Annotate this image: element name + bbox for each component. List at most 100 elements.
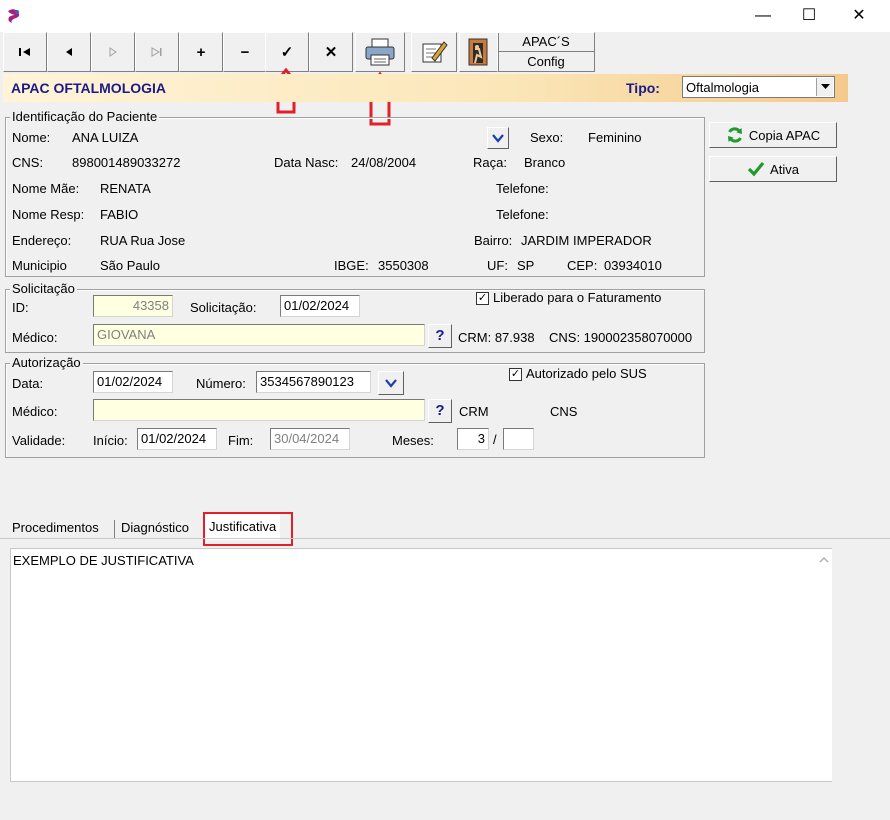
cns-label: CNS: (12, 155, 44, 170)
printer-icon (365, 38, 395, 66)
aut-data-field[interactable]: 01/02/2024 (93, 371, 173, 393)
sexo-label: Sexo: (530, 130, 564, 145)
nome-mae-label: Nome Mãe: (12, 181, 80, 196)
telefone-resp-label: Telefone: (496, 207, 549, 222)
maximize-button[interactable]: ☐ (786, 0, 832, 32)
cns-value: 898001489033272 (72, 155, 181, 170)
ativa-label: Ativa (770, 161, 799, 177)
meses-field[interactable]: 3 (457, 428, 489, 450)
inicio-label: Início: (93, 433, 128, 448)
scroll-up-arrow-icon (819, 556, 829, 563)
next-record-button[interactable] (91, 32, 135, 72)
municipio-label: Municipio (12, 258, 67, 273)
cancel-edit-button[interactable]: ✕ (309, 32, 353, 72)
uf-value: SP (517, 258, 535, 273)
solicitacao-label: Solicitação: (190, 300, 257, 315)
first-record-button[interactable] (3, 32, 47, 72)
previous-record-icon (66, 48, 72, 56)
justificativa-textarea[interactable] (10, 548, 832, 782)
tab-strip-line (0, 538, 890, 539)
meses-separator: / (493, 432, 497, 447)
cep-value: 03934010 (604, 258, 662, 273)
pen-document-icon (422, 41, 448, 63)
solicitacao-date-field[interactable]: 01/02/2024 (280, 295, 360, 317)
exit-door-icon (468, 38, 488, 66)
app-logo-icon (6, 8, 22, 24)
exit-button[interactable] (459, 32, 499, 72)
tipo-select-value: Oftalmologia (686, 80, 759, 95)
aut-medico-field[interactable] (93, 399, 425, 421)
id-field[interactable]: 43358 (93, 295, 173, 317)
ibge-value: 3550308 (378, 258, 429, 273)
copia-apac-button[interactable]: Copia APAC (709, 122, 837, 148)
meses-label: Meses: (392, 433, 434, 448)
solic-medico-label: Médico: (12, 330, 58, 345)
autorizado-checkbox[interactable]: ✓ (509, 368, 522, 381)
solic-crm-text: CRM: 87.938 (458, 330, 535, 345)
data-nasc-value: 24/08/2004 (351, 155, 417, 170)
apac-config-line2: Config (527, 54, 565, 69)
chevron-down-icon[interactable] (816, 78, 833, 96)
validade-label: Validade: (12, 433, 66, 448)
municipio-value: São Paulo (100, 258, 160, 273)
raca-value: Branco (524, 155, 566, 170)
previous-record-button[interactable] (47, 32, 91, 72)
liberado-label: Liberado para o Faturamento (493, 290, 662, 305)
aut-numero-label: Número: (196, 376, 246, 391)
telefone-label: Telefone: (496, 181, 549, 196)
green-check-icon (747, 161, 765, 177)
patient-dropdown-button[interactable] (487, 127, 509, 149)
cep-label: CEP: (567, 258, 598, 273)
tipo-select[interactable]: Oftalmologia (682, 76, 835, 98)
raca-label: Raça: (473, 155, 507, 170)
tab-divider (114, 520, 115, 538)
fim-field[interactable]: 30/04/2024 (270, 428, 350, 450)
nome-mae-value: RENATA (100, 181, 151, 196)
fim-label: Fim: (228, 433, 254, 448)
aut-medico-help-button[interactable]: ? (428, 399, 452, 423)
minimize-button[interactable]: — (740, 0, 786, 32)
page-title: APAC OFTALMOLOGIA (11, 80, 167, 96)
apac-config-button[interactable]: APAC´S Config (497, 32, 595, 72)
delete-record-button[interactable]: − (223, 32, 267, 72)
nome-resp-label: Nome Resp: (12, 207, 85, 222)
solic-cns-text: CNS: 190002358070000 (549, 330, 693, 345)
aut-numero-field[interactable]: 3534567890123 (256, 371, 371, 393)
id-label: ID: (12, 300, 29, 315)
solic-medico-field[interactable]: GIOVANA (93, 324, 425, 346)
solicitacao-group-title: Solicitação (10, 281, 77, 296)
next-record-icon (109, 47, 117, 57)
vertical-scrollbar[interactable] (816, 549, 832, 781)
add-record-button[interactable]: + (179, 32, 223, 72)
bairro-value: JARDIM IMPERADOR (521, 233, 652, 248)
copia-apac-label: Copia APAC (748, 127, 821, 143)
edit-form-button[interactable] (411, 32, 457, 72)
justificativa-text: EXEMPLO DE JUSTIFICATIVA (13, 553, 194, 568)
close-window-button[interactable]: ✕ (836, 0, 882, 32)
liberado-checkbox[interactable]: ✓ (476, 292, 489, 305)
aut-numero-dropdown-button[interactable] (378, 371, 404, 395)
aut-data-label: Data: (12, 376, 44, 391)
aut-cns-label: CNS (550, 404, 578, 419)
solic-medico-help-button[interactable]: ? (428, 324, 452, 348)
inicio-field[interactable]: 01/02/2024 (137, 428, 217, 450)
meses-total-field[interactable] (503, 428, 534, 450)
bairro-label: Bairro: (474, 233, 513, 248)
data-nasc-label: Data Nasc: (274, 155, 339, 170)
uf-label: UF: (487, 258, 508, 273)
print-button[interactable] (355, 32, 405, 72)
aut-crm-label: CRM (459, 404, 489, 419)
refresh-icon (727, 127, 742, 143)
autorizacao-group-title: Autorização (10, 355, 83, 370)
ibge-label: IBGE: (334, 258, 369, 273)
nome-resp-value: FABIO (100, 207, 139, 222)
first-record-icon (19, 48, 30, 56)
sexo-value: Feminino (588, 130, 642, 145)
ativa-button[interactable]: Ativa (709, 156, 837, 182)
nome-value: ANA LUIZA (72, 130, 139, 145)
patient-group-title: Identificação do Paciente (10, 109, 160, 124)
apac-config-line1: APAC´S (498, 33, 594, 52)
last-record-button[interactable] (135, 32, 179, 72)
chevron-down-icon (385, 379, 397, 388)
aut-medico-label: Médico: (12, 404, 58, 419)
